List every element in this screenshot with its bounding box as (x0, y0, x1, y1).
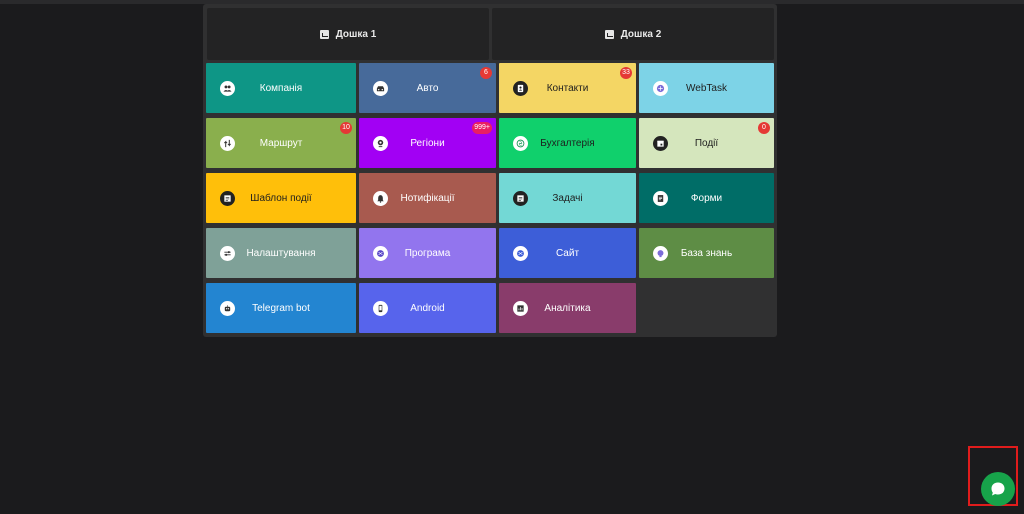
board-1-label: Дошка 1 (335, 28, 377, 40)
tile-auto[interactable]: Авто 6 (359, 63, 496, 113)
tile-android[interactable]: Android (359, 283, 496, 333)
analytics-icon (513, 301, 528, 316)
count-badge: 999+ (472, 122, 492, 134)
tile-label: Telegram bot (252, 302, 310, 314)
site-icon (513, 246, 528, 261)
tile-forms[interactable]: Форми (639, 173, 774, 223)
car-icon (373, 81, 388, 96)
program-icon (373, 246, 388, 261)
tile-label: Шаблон події (250, 192, 312, 204)
chart-icon (319, 29, 329, 39)
tile-label: Програма (404, 247, 451, 259)
form-icon (653, 191, 668, 206)
tile-label: Компанія (259, 82, 303, 94)
count-badge: 10 (340, 122, 352, 134)
tile-regions[interactable]: Регіони 999+ (359, 118, 496, 168)
tile-events[interactable]: Події 0 (639, 118, 774, 168)
task-icon (513, 191, 528, 206)
calendar-icon (653, 136, 668, 151)
bell-icon (373, 191, 388, 206)
tile-label: WebTask (686, 82, 727, 94)
tile-label: Регіони (410, 137, 445, 149)
tile-route[interactable]: Маршрут 10 (206, 118, 356, 168)
settings-icon (220, 246, 235, 261)
count-badge: 6 (480, 67, 492, 79)
tile-label: Авто (416, 82, 439, 94)
tile-label: Контакти (546, 82, 589, 94)
tile-settings[interactable]: Налаштування (206, 228, 356, 278)
dashboard-panel: Дошка 1 Дошка 2 Компанія Авто 6 Контакти… (203, 4, 777, 337)
tile-label: База знань (680, 247, 733, 259)
tile-label: Аналітика (544, 302, 591, 314)
tile-accounting[interactable]: ₴ Бухгалтерія (499, 118, 636, 168)
tile-label: Події (694, 137, 719, 149)
tile-contacts[interactable]: Контакти 33 (499, 63, 636, 113)
tile-telegram-bot[interactable]: Telegram bot (206, 283, 356, 333)
template-icon (220, 191, 235, 206)
board-2-label: Дошка 2 (620, 28, 662, 40)
tile-webtask[interactable]: WebTask (639, 63, 774, 113)
phone-icon (373, 301, 388, 316)
tile-label: Форми (690, 192, 723, 204)
tile-label: Бухгалтерія (540, 137, 595, 149)
tile-tasks[interactable]: Задачі (499, 173, 636, 223)
accounting-icon: ₴ (513, 136, 528, 151)
chat-button[interactable] (981, 472, 1015, 506)
tile-knowledge-base[interactable]: База знань (639, 228, 774, 278)
chat-bubble-icon (991, 482, 1005, 496)
board-2-button[interactable]: Дошка 2 (492, 8, 774, 60)
tile-analytics[interactable]: Аналітика (499, 283, 636, 333)
count-badge: 33 (620, 67, 632, 79)
bot-icon (220, 301, 235, 316)
location-icon (373, 136, 388, 151)
tile-label: Сайт (555, 247, 580, 259)
count-badge: 0 (758, 122, 770, 134)
tile-label: Маршрут (259, 137, 303, 149)
tile-program[interactable]: Програма (359, 228, 496, 278)
tile-event-template[interactable]: Шаблон події (206, 173, 356, 223)
contact-icon (513, 81, 528, 96)
people-icon (220, 81, 235, 96)
route-icon (220, 136, 235, 151)
tile-label: Задачі (552, 192, 583, 204)
tile-company[interactable]: Компанія (206, 63, 356, 113)
tile-site[interactable]: Сайт (499, 228, 636, 278)
tile-label: Android (410, 302, 445, 314)
knowledge-icon (653, 246, 668, 261)
chart-icon (604, 29, 614, 39)
tile-notifications[interactable]: Нотифікації (359, 173, 496, 223)
board-1-button[interactable]: Дошка 1 (207, 8, 489, 60)
tile-label: Нотифікації (400, 192, 455, 204)
svg-text:₴: ₴ (519, 141, 523, 147)
tile-label: Налаштування (246, 247, 316, 259)
webtask-icon (653, 81, 668, 96)
